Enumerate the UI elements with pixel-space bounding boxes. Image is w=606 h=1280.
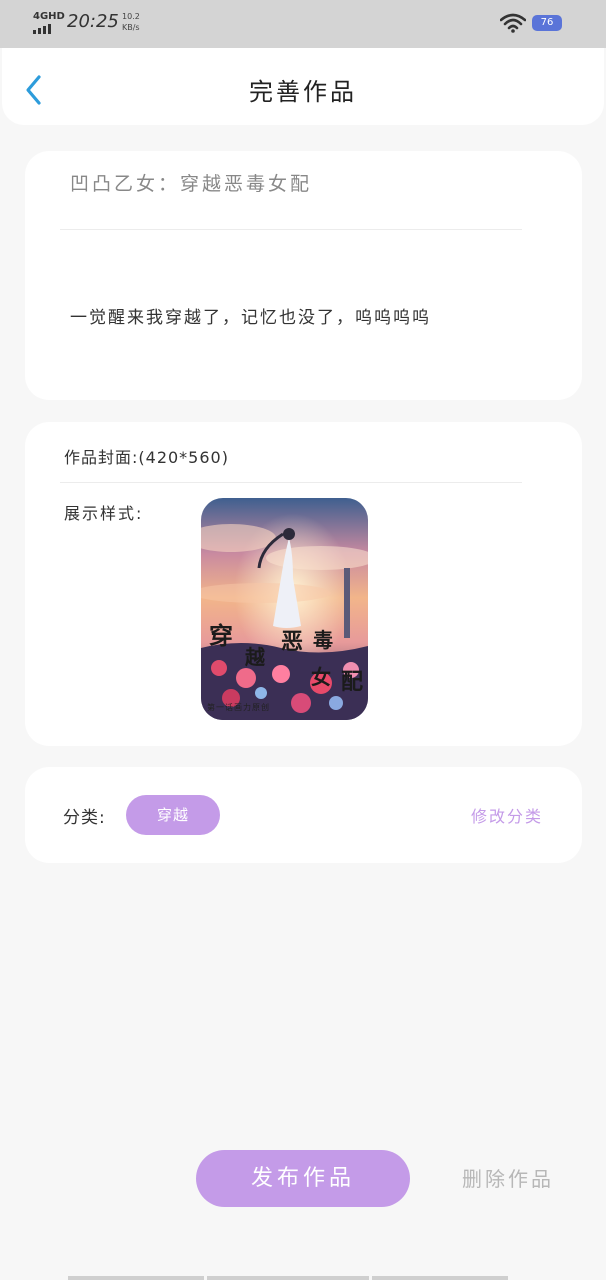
- cover-publisher-text: 第一话画力原创: [207, 703, 270, 712]
- delete-button[interactable]: 删除作品: [462, 1163, 554, 1192]
- category-card: 分类: 穿越 修改分类: [25, 767, 582, 863]
- network-type: 4GHD: [33, 11, 65, 22]
- category-tag[interactable]: 穿越: [126, 795, 220, 835]
- network-speed-value: 10.2: [122, 12, 140, 21]
- page-title: 完善作品: [249, 78, 357, 106]
- divider: [60, 482, 522, 483]
- network-speed: 10.2 KB/s: [122, 11, 140, 33]
- header: 完善作品: [2, 48, 604, 125]
- signal-icon: [33, 24, 51, 34]
- home-indicator: [68, 1276, 508, 1280]
- divider: [60, 229, 522, 230]
- status-time: 20:25: [67, 11, 119, 32]
- cover-text-3: 恶: [281, 629, 304, 655]
- cover-text-5: 女: [311, 665, 331, 689]
- battery-indicator: 76: [532, 15, 562, 31]
- publish-button[interactable]: 发布作品: [196, 1150, 410, 1207]
- cover-image[interactable]: 穿 越 恶 毒 女 配 第一话画力原创: [201, 498, 368, 720]
- status-bar: 4GHD 20:25 10.2 KB/s 76: [0, 0, 606, 48]
- edit-category-link[interactable]: 修改分类: [471, 803, 543, 827]
- work-title-input[interactable]: 凹凸乙女：穿越恶毒女配: [70, 169, 312, 196]
- work-info-card: 凹凸乙女：穿越恶毒女配 一觉醒来我穿越了，记忆也没了，呜呜呜呜: [25, 151, 582, 400]
- wifi-icon: [499, 13, 527, 37]
- work-intro-input[interactable]: 一觉醒来我穿越了，记忆也没了，呜呜呜呜: [70, 303, 431, 328]
- display-style-label: 展示样式:: [64, 504, 144, 523]
- cover-text-6: 配: [341, 669, 364, 695]
- cover-label: 作品封面:(420*560): [64, 448, 229, 467]
- cover-text-4: 毒: [313, 628, 333, 652]
- category-label: 分类:: [63, 808, 106, 828]
- cover-card: 作品封面:(420*560) 展示样式: 穿 越 恶 毒 女 配 第一话画力原创: [25, 422, 582, 746]
- network-speed-unit: KB/s: [122, 23, 140, 32]
- cover-text-2: 越: [245, 645, 265, 669]
- cover-text-1: 穿: [209, 621, 233, 650]
